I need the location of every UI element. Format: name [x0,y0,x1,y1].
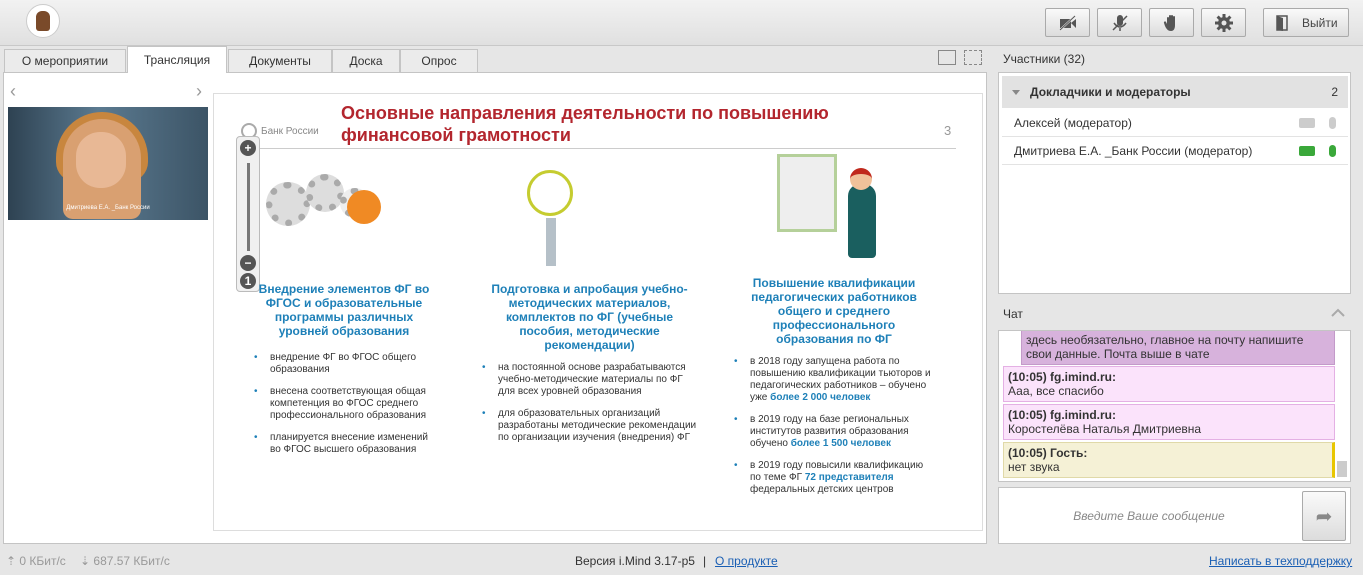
bullet-item: для образовательных организаций разработ… [482,408,697,444]
column-title: Повышение квалификации педагогических ра… [751,276,917,346]
about-product-link[interactable]: О продукте [715,554,778,568]
door-exit-icon [1276,14,1288,31]
pencil-illustration [546,218,556,266]
microphone-icon [1329,144,1336,157]
app-logo [26,4,60,38]
zoom-in-icon[interactable]: + [240,140,256,156]
column-title: Внедрение элементов ФГ во ФГОС и образов… [258,282,430,338]
participant-item[interactable]: Алексей (модератор) [1002,109,1348,137]
chat-message: (10:05) fg.imind.ru: Коростелёва Наталья … [1003,404,1335,440]
column-title: Подготовка и апробация учебно-методическ… [491,282,688,352]
camera-icon [1299,117,1315,128]
send-button[interactable]: ➦ [1302,491,1346,541]
zoom-control[interactable]: + − 1 [236,136,260,292]
microphone-off-icon [1111,14,1128,31]
chevron-right-icon[interactable]: › [196,81,202,102]
camera-off-button[interactable] [1045,8,1090,37]
bullet-item: на постоянной основе разрабатываются уче… [482,362,697,398]
raise-hand-button[interactable] [1149,8,1194,37]
chevron-left-icon[interactable]: ‹ [10,81,16,102]
support-link[interactable]: Написать в техподдержку [1209,554,1352,568]
tab-about-event[interactable]: О мероприятии [4,49,126,72]
lightbulb-illustration [527,170,573,216]
participant-item[interactable]: Дмитриева Е.А. _Банк России (модератор) [1002,137,1348,165]
participant-name: Дмитриева Е.А. _Банк России (модератор) [1014,143,1253,158]
fullscreen-icon[interactable] [964,50,982,65]
exit-button[interactable]: Выйти [1263,8,1349,37]
window-mode-icon[interactable] [938,50,956,65]
camera-off-icon [1058,14,1076,31]
bullet-item: в 2019 году на базе региональных институ… [734,414,934,450]
view-mode-controls [938,50,982,65]
status-bar: ⇡ 0 КБит/с ⇣ 687.57 КБит/с Версия i.Mind… [0,549,1363,575]
slide-title: Основные направления деятельности по пов… [341,103,829,145]
tab-poll[interactable]: Опрос [400,49,478,72]
bullet-item: в 2019 году повысили квалификацию по тем… [734,460,934,496]
presentation-slide: Банк России Основные направления деятель… [213,93,983,531]
chevron-up-icon[interactable] [1331,306,1345,320]
chat-scrollbar[interactable] [1337,461,1347,477]
chat-message: (10:05) fg.imind.ru: Ааа, все спасибо [1003,366,1335,402]
settings-button[interactable] [1201,8,1246,37]
participants-header: Участники (32) [1003,52,1086,66]
slide-column-2: Подготовка и апробация учебно-методическ… [482,282,697,444]
tab-documents[interactable]: Документы [228,49,332,72]
chat-header: Чат [1003,307,1023,321]
bullet-item: внедрение ФГ во ФГОС общего образования [254,352,434,376]
tab-broadcast[interactable]: Трансляция [127,46,227,73]
teacher-figure-illustration [848,184,876,258]
main-tabs: О мероприятии Трансляция Документы Доска… [0,46,990,73]
chat-messages: здесь необязательно, главное на почту на… [998,330,1351,482]
slide-column-3: Повышение квалификации педагогических ра… [734,276,934,496]
microphone-icon [1329,116,1336,129]
slide-column-1: Внедрение элементов ФГ во ФГОС и образов… [254,282,434,456]
raise-hand-icon [1163,14,1175,31]
upload-speed: ⇡ 0 КБит/с [6,554,66,568]
send-arrow-icon: ➦ [1315,505,1333,528]
participants-panel: Докладчики и модераторы 2 Алексей (модер… [998,72,1351,294]
version-text: Версия i.Mind 3.17-p5 [575,554,695,568]
zoom-out-icon[interactable]: − [240,255,256,271]
bullet-item: внесена соответствующая общая компетенци… [254,386,434,422]
tab-board[interactable]: Доска [332,49,400,72]
exit-label: Выйти [1302,15,1338,30]
camera-icon [1299,145,1315,156]
group-label: Докладчики и модераторы [1030,85,1191,99]
chat-message: здесь необязательно, главное на почту на… [1021,331,1335,365]
orange-gear-illustration [347,190,381,224]
chat-message: (10:05) Гость: нет звука [1003,442,1335,478]
bullet-item: в 2018 году запущена работа по повышению… [734,356,934,404]
chat-input-box: Введите Ваше сообщение ➦ [998,487,1351,544]
download-speed: ⇣ 687.57 КБит/с [80,554,170,568]
top-toolbar: Выйти [0,0,1363,46]
teacher-board-illustration [777,154,837,232]
group-count: 2 [1331,85,1338,99]
speaker-video: Дмитриева Е.А. _Банк России [8,107,208,220]
video-caption: Дмитриева Е.А. _Банк России [66,205,150,211]
participant-name: Алексей (модератор) [1014,115,1132,130]
triangle-down-icon [1012,89,1020,95]
video-nav: ‹ › [10,81,210,102]
gear-illustration [266,182,310,226]
chat-input[interactable]: Введите Ваше сообщение [999,488,1299,543]
bullet-item: планируется внесение изменений во ФГОС в… [254,432,434,456]
moderators-group[interactable]: Докладчики и модераторы 2 [1002,76,1348,108]
settings-gear-icon [1214,13,1233,32]
slide-number: 3 [944,123,952,138]
broadcast-panel: ‹ › Дмитриева Е.А. _Банк России Банк Рос… [3,72,987,544]
microphone-off-button[interactable] [1097,8,1142,37]
